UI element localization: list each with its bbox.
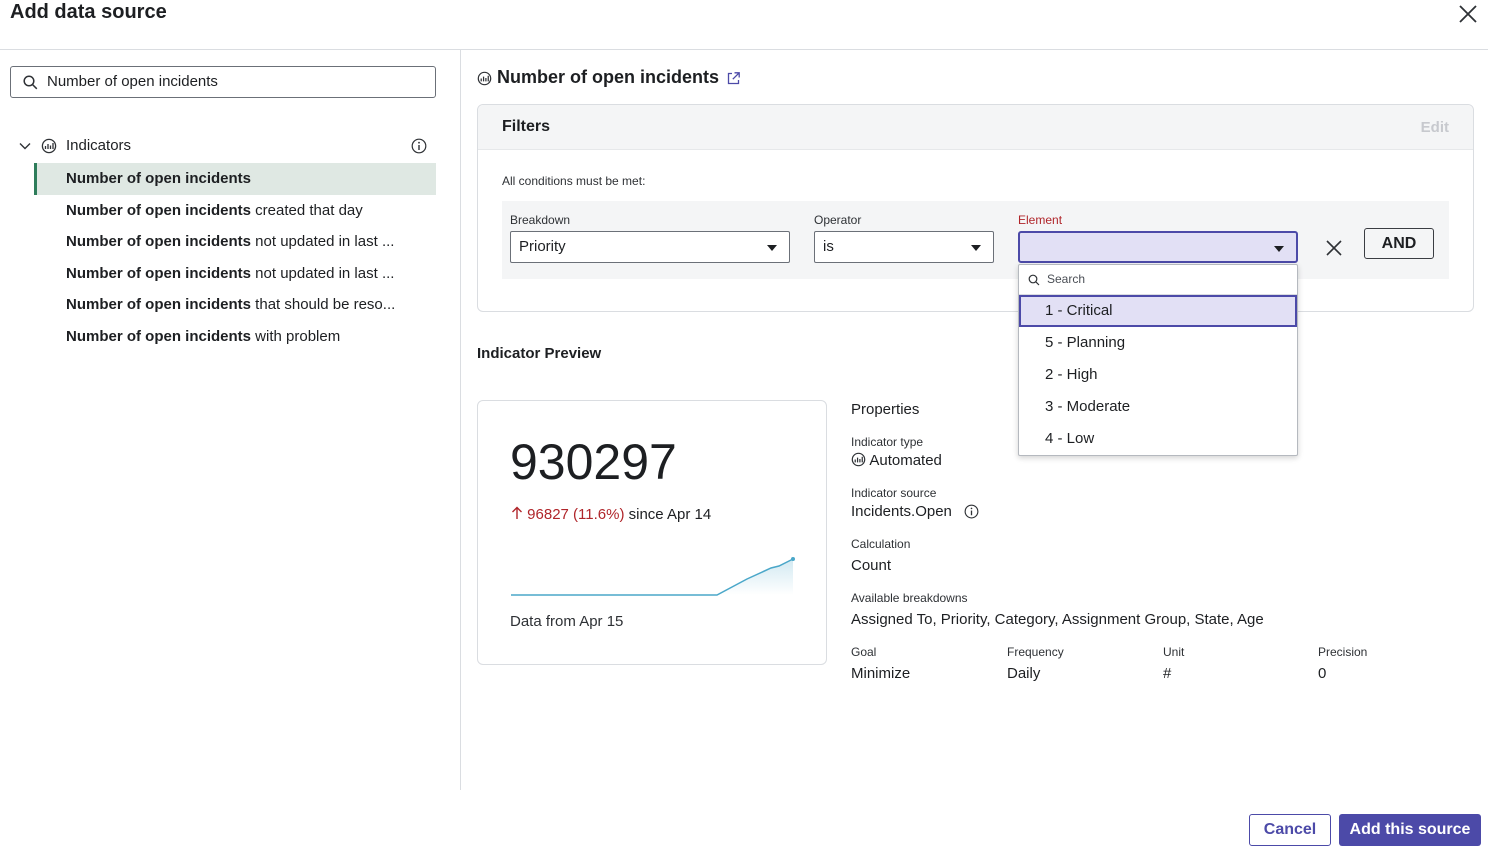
- filters-panel: Filters Edit All conditions must be met:…: [477, 104, 1474, 312]
- goal-label: Goal: [851, 645, 877, 659]
- dropdown-option[interactable]: 3 - Moderate: [1019, 391, 1297, 423]
- indicator-type-value: Automated: [851, 452, 942, 469]
- info-icon[interactable]: [411, 138, 427, 154]
- operator-value: is: [823, 238, 834, 255]
- add-source-button[interactable]: Add this source: [1339, 814, 1481, 846]
- indicator-type-text: Automated: [869, 452, 942, 469]
- delta-value: 96827 (11.6%): [527, 506, 625, 523]
- dropdown-search-placeholder: Search: [1047, 272, 1086, 286]
- filters-header: Filters Edit: [478, 105, 1473, 150]
- dropdown-option[interactable]: 4 - Low: [1019, 423, 1297, 455]
- item-title: Number of open incidents: [66, 233, 252, 250]
- caret-down-icon: [1274, 246, 1284, 252]
- list-item[interactable]: Number of open incidents not updated in …: [34, 226, 436, 258]
- item-suffix: with problem: [251, 327, 341, 345]
- filters-title: Filters: [502, 118, 551, 135]
- delta-text: 96827 (11.6%) since Apr 14: [511, 506, 711, 523]
- item-title: Number of open incidents: [66, 201, 252, 219]
- close-icon[interactable]: [1456, 2, 1480, 26]
- page-title: Number of open incidents: [497, 67, 720, 87]
- breakdowns-label: Available breakdowns: [851, 591, 968, 605]
- calculation-value: Count: [851, 557, 892, 574]
- goal-value: Minimize: [851, 665, 911, 682]
- breakdowns-value: Assigned To, Priority, Category, Assignm…: [851, 611, 1264, 628]
- indicator-value: 930297: [510, 434, 677, 490]
- list-item[interactable]: Number of open incidents that should be …: [34, 289, 436, 321]
- element-dropdown: Search 1 - Critical 5 - Planning 2 - Hig…: [1018, 264, 1298, 456]
- indicator-source-value: Incidents.Open: [851, 503, 979, 520]
- indicator-icon: [851, 452, 866, 467]
- operator-select[interactable]: is: [814, 231, 994, 263]
- unit-label: Unit: [1163, 645, 1185, 659]
- item-title: Number of open incidents: [66, 264, 252, 282]
- item-suffix: created that day: [251, 201, 363, 219]
- preview-card: 930297 96827 (11.6%) since Apr 14 Data f…: [477, 400, 827, 665]
- properties-title: Properties: [851, 401, 920, 418]
- data-from-text: Data from Apr 15: [510, 613, 624, 630]
- list-item[interactable]: Number of open incidents: [34, 163, 436, 195]
- delta-suffix: since Apr 14: [624, 506, 712, 523]
- element-label: Element: [1018, 213, 1063, 227]
- item-title: Number of open incidents: [66, 296, 252, 313]
- breakdown-value: Priority: [519, 238, 566, 255]
- tree-group-label: Indicators: [66, 137, 132, 154]
- dropdown-option[interactable]: 1 - Critical: [1019, 295, 1297, 327]
- frequency-label: Frequency: [1007, 645, 1064, 659]
- list-item[interactable]: Number of open incidents with problem: [34, 321, 436, 353]
- indicator-icon: [477, 71, 492, 86]
- cancel-button[interactable]: Cancel: [1249, 814, 1331, 846]
- preview-title: Indicator Preview: [477, 345, 602, 362]
- tree-group-indicators[interactable]: Indicators: [18, 136, 436, 158]
- item-suffix: not updated in last ...: [251, 233, 395, 250]
- item-title: Number of open incidents: [66, 170, 252, 187]
- remove-condition-icon[interactable]: [1325, 239, 1343, 257]
- arrow-up-icon: [512, 506, 522, 519]
- sparkline: [511, 557, 795, 596]
- chevron-down-icon[interactable]: [18, 139, 32, 153]
- indicator-list: Number of open incidents Number of open …: [34, 163, 436, 352]
- indicator-icon: [41, 138, 57, 154]
- external-link-icon[interactable]: [726, 71, 741, 86]
- indicator-type-label: Indicator type: [851, 435, 924, 449]
- breakdown-label: Breakdown: [510, 213, 571, 227]
- operator-label: Operator: [814, 213, 862, 227]
- unit-value: #: [1163, 665, 1172, 682]
- indicator-source-label: Indicator source: [851, 486, 937, 500]
- dialog-header: Add data source: [0, 0, 1488, 50]
- breakdown-select[interactable]: Priority: [510, 231, 790, 263]
- caret-down-icon: [767, 245, 777, 251]
- item-suffix: that should be reso...: [251, 296, 396, 313]
- search-icon: [1028, 274, 1040, 286]
- info-icon[interactable]: [964, 504, 979, 519]
- list-item[interactable]: Number of open incidents created that da…: [34, 195, 436, 227]
- indicator-source-text: Incidents.Open: [851, 503, 952, 520]
- search-input[interactable]: Number of open incidents: [10, 66, 436, 98]
- condition-text: All conditions must be met:: [502, 174, 646, 188]
- search-value: Number of open incidents: [47, 73, 218, 90]
- precision-label: Precision: [1318, 645, 1368, 659]
- search-icon: [23, 75, 38, 90]
- caret-down-icon: [971, 245, 981, 251]
- precision-value: 0: [1318, 665, 1327, 682]
- item-suffix: not updated in last ...: [251, 264, 395, 282]
- left-panel: Number of open incidents Indicators Numb…: [0, 50, 461, 790]
- edit-button[interactable]: Edit: [1421, 119, 1449, 136]
- dropdown-search-input[interactable]: Search: [1019, 265, 1297, 295]
- and-button[interactable]: AND: [1364, 228, 1434, 259]
- item-title: Number of open incidents: [66, 327, 252, 345]
- dropdown-option[interactable]: 2 - High: [1019, 359, 1297, 391]
- list-item[interactable]: Number of open incidents not updated in …: [34, 258, 436, 290]
- element-select[interactable]: [1018, 231, 1298, 263]
- frequency-value: Daily: [1007, 665, 1041, 682]
- calculation-label: Calculation: [851, 537, 911, 551]
- dropdown-option[interactable]: 5 - Planning: [1019, 327, 1297, 359]
- filter-row: Breakdown Priority Operator is Element A…: [502, 201, 1449, 279]
- dialog-footer: Cancel Add this source: [0, 790, 1488, 863]
- dialog-title: Add data source: [10, 1, 167, 23]
